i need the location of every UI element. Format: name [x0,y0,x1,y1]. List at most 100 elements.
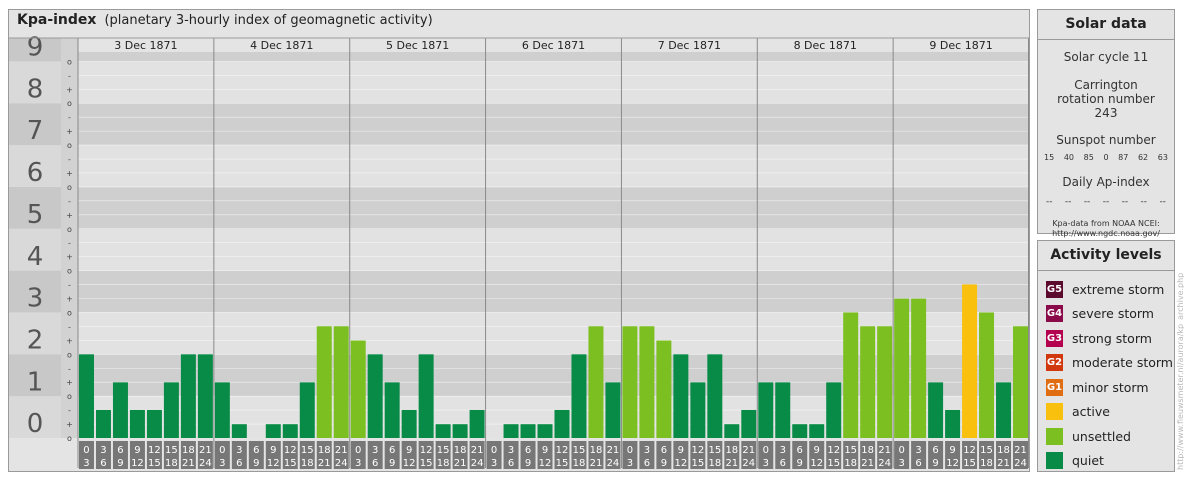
time-label-start: 6 [797,445,803,456]
time-label-end: 3 [491,458,497,469]
kp-bar [265,424,281,438]
ap-value: -- [1140,197,1148,207]
kp-bar [639,326,655,438]
sunspot-number-title: Sunspot number [1056,133,1156,147]
time-label-end: 3 [763,458,769,469]
activity-level-label: strong storm [1072,330,1152,346]
activity-level-swatch: G2 [1046,354,1063,372]
time-label-start: 9 [678,445,684,456]
time-label-start: 12 [284,445,297,456]
time-label-end: 12 [131,458,144,469]
time-label-end: 15 [963,458,976,469]
activity-level-swatch: G5 [1046,280,1063,298]
time-label-end: 6 [508,458,514,469]
y-subtick-label: o [67,141,72,150]
time-label-end: 21 [182,458,195,469]
kp-bar [843,312,859,438]
y-tick-label: 3 [27,284,44,314]
time-label-end: 15 [420,458,433,469]
solar-data-title: Solar data [1038,10,1174,40]
time-label-end: 9 [389,458,395,469]
y-subtick-label: - [68,113,71,122]
activity-level-label: active [1072,404,1110,420]
time-label-end: 21 [861,458,874,469]
kp-bar [333,326,349,438]
day-date-label: 3 Dec 1871 [114,39,177,52]
time-label-start: 18 [318,445,331,456]
y-tick-label: 8 [27,74,44,104]
time-label-end: 21 [997,458,1010,469]
time-label-start: 21 [471,445,484,456]
time-label-start: 18 [182,445,195,456]
kp-bar [996,382,1012,438]
activity-level-swatch [1046,452,1063,470]
time-label-start: 3 [236,445,242,456]
time-label-end: 3 [355,458,361,469]
ap-value: -- [1046,197,1053,207]
time-label-end: 18 [573,458,586,469]
kp-bar [775,382,791,438]
time-label-end: 24 [199,458,212,469]
time-label-start: 0 [898,445,904,456]
time-label-end: 9 [932,458,938,469]
time-label-start: 15 [165,445,178,456]
activity-level-item: active [1038,400,1174,425]
sunspot-value: 40 [1063,153,1074,162]
kp-bar [350,340,366,438]
ap-value: -- [1159,197,1166,207]
y-subtick-label: - [68,364,71,373]
time-label-end: 18 [708,458,721,469]
time-label-start: 12 [827,445,840,456]
time-label-start: 9 [949,445,955,456]
activity-level-item: G4 severe storm [1038,302,1174,327]
time-label-start: 15 [573,445,586,456]
kp-bar [605,382,621,438]
activity-level-swatch [1046,403,1063,421]
y-subtick-label: o [67,225,72,234]
kp-bar [707,354,723,438]
kp-bar [503,424,519,438]
time-label-end: 9 [525,458,531,469]
time-label-start: 3 [372,445,378,456]
day-date-label: 7 Dec 1871 [658,39,721,52]
ap-value: -- [1064,197,1072,207]
activity-level-item: G5 extreme storm [1038,277,1174,302]
time-label-start: 3 [915,445,921,456]
kp-bar [894,298,910,438]
kp-bar [928,382,944,438]
time-label-start: 21 [1014,445,1027,456]
kp-bar [877,326,893,438]
time-label-end: 24 [471,458,484,469]
time-label-end: 15 [284,458,297,469]
time-label-start: 9 [270,445,276,456]
activity-level-swatch [1046,427,1063,445]
credit-line-2: http://www.ngdc.noaa.gov/ [1052,229,1160,238]
y-subtick-label: - [68,322,71,331]
y-subtick-label: + [66,127,73,136]
credit-line-1: Kpa-data from NOAA NCEI: [1052,219,1160,228]
activity-level-item: quiet [1038,449,1174,474]
kp-bar [180,354,196,438]
time-label-end: 24 [335,458,348,469]
time-label-start: 12 [691,445,704,456]
y-subtick-label: - [68,281,71,290]
data-credit: Kpa-data from NOAA NCEI: http://www.ngdc… [1038,219,1174,239]
time-label-end: 6 [372,458,378,469]
time-label-start: 0 [491,445,497,456]
time-label-start: 18 [861,445,874,456]
sunspot-values: 15 40 85 0 87 62 63 [1038,153,1174,162]
daily-ap-values: -- -- -- -- -- -- -- [1038,197,1174,207]
kp-bar [792,424,808,438]
time-label-end: 9 [797,458,803,469]
time-label-start: 12 [963,445,976,456]
time-label-end: 3 [898,458,904,469]
y-subtick-label: + [66,336,73,345]
y-tick-label: 7 [27,116,44,146]
kp-bar [690,382,706,438]
time-label-start: 6 [661,445,667,456]
kp-bar [860,326,876,438]
kp-bar [588,326,604,438]
time-label-end: 9 [117,458,123,469]
time-label-end: 6 [236,458,242,469]
kp-bar [197,354,213,438]
